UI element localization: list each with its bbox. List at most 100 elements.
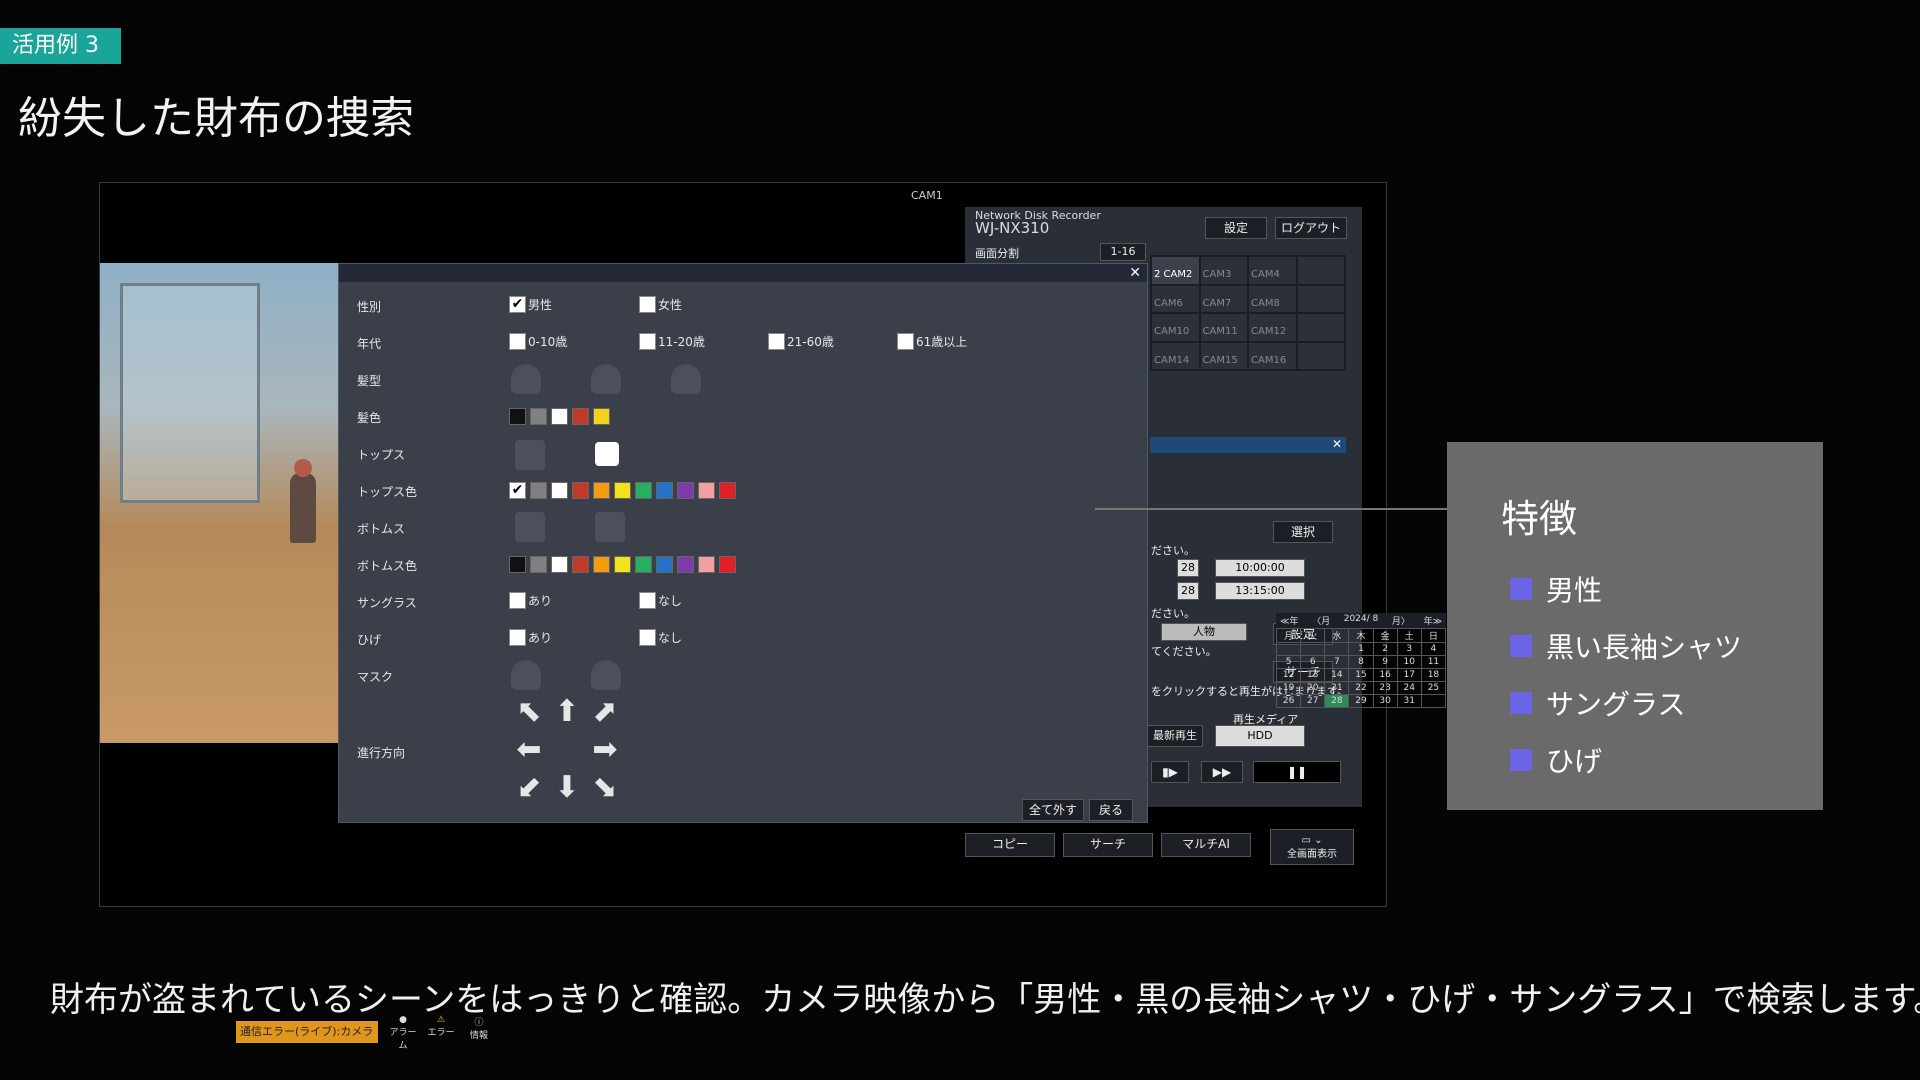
color-swatch[interactable]: [509, 408, 526, 425]
checkbox[interactable]: [768, 333, 785, 350]
calendar-day[interactable]: 9: [1372, 655, 1398, 669]
close-icon[interactable]: ✕: [1129, 265, 1141, 281]
cam-tile[interactable]: CAM4: [1249, 257, 1296, 284]
calendar-day[interactable]: 8: [1348, 655, 1374, 669]
calendar-day[interactable]: 27: [1300, 694, 1326, 708]
back-button[interactable]: 戻る: [1089, 799, 1133, 821]
calendar-day[interactable]: 21: [1324, 681, 1350, 695]
cam-tile[interactable]: CAM10: [1152, 314, 1199, 341]
age-option[interactable]: 61歳以上: [897, 333, 967, 350]
color-swatch[interactable]: [593, 408, 610, 425]
close-icon[interactable]: ✕: [1150, 437, 1346, 453]
cam-tile[interactable]: CAM12: [1249, 314, 1296, 341]
calendar-day[interactable]: 31: [1396, 694, 1422, 708]
checkbox[interactable]: [509, 592, 526, 609]
cam-tile[interactable]: CAM14: [1152, 342, 1199, 369]
color-swatch[interactable]: [719, 482, 736, 499]
calendar-day[interactable]: 23: [1372, 681, 1398, 695]
direction-arrows[interactable]: ⬉ ⬆ ⬈ ⬅ ➡ ⬋ ⬇ ⬊: [511, 694, 623, 806]
fullscreen-button[interactable]: ▭ ⌄ 全画面表示: [1270, 829, 1354, 865]
color-swatch[interactable]: [635, 482, 652, 499]
skip-forward-button[interactable]: ▶▶: [1201, 761, 1243, 783]
multi-ai-button[interactable]: マルチAI: [1161, 833, 1251, 857]
checkbox[interactable]: [509, 629, 526, 646]
age-option[interactable]: 21-60歳: [768, 333, 834, 350]
color-swatch[interactable]: [719, 556, 736, 573]
calendar-day[interactable]: 5: [1275, 655, 1302, 669]
calendar-day[interactable]: 29: [1348, 694, 1374, 708]
calendar-day[interactable]: [1420, 694, 1447, 708]
cam-tile[interactable]: CAM8: [1249, 285, 1296, 312]
color-swatch[interactable]: [656, 556, 673, 573]
color-swatch[interactable]: [635, 556, 652, 573]
skirt-icon[interactable]: [595, 512, 625, 542]
clear-all-button[interactable]: 全て外す: [1022, 799, 1084, 821]
hairstyle-short-icon[interactable]: [511, 364, 541, 394]
color-swatch[interactable]: [677, 482, 694, 499]
male-option[interactable]: ✔ 男性: [509, 296, 552, 313]
cam-tile[interactable]: CAM16: [1249, 342, 1296, 369]
tops-color-swatches[interactable]: ✔: [509, 482, 736, 499]
calendar-day[interactable]: 13: [1300, 668, 1326, 682]
color-swatch[interactable]: [614, 482, 631, 499]
calendar-day[interactable]: 17: [1396, 668, 1422, 682]
calendar-day[interactable]: 16: [1372, 668, 1398, 682]
end-time-field[interactable]: 13:15:00: [1215, 582, 1305, 600]
calendar-day[interactable]: 12: [1275, 668, 1302, 682]
search-tab-button[interactable]: サーチ: [1063, 833, 1153, 857]
color-swatch[interactable]: [593, 556, 610, 573]
bottoms-color-swatches[interactable]: [509, 556, 736, 573]
arrow-up-icon[interactable]: ⬆: [549, 694, 585, 730]
color-swatch[interactable]: [656, 482, 673, 499]
calendar-day[interactable]: 7: [1324, 655, 1350, 669]
color-swatch[interactable]: [530, 482, 547, 499]
short-sleeve-icon[interactable]: [515, 440, 545, 470]
start-time-field[interactable]: 10:00:00: [1215, 559, 1305, 577]
mask-on-icon[interactable]: [591, 660, 621, 690]
next-year-button[interactable]: 年≫: [1424, 614, 1442, 627]
calendar-nav[interactable]: ≪年 〈月 2024/ 8 月〉 年≫: [1276, 613, 1446, 628]
date-field[interactable]: 28: [1177, 559, 1199, 577]
sunglasses-no-option[interactable]: なし: [639, 592, 682, 609]
arrow-down-icon[interactable]: ⬇: [549, 770, 585, 806]
color-swatch[interactable]: [509, 556, 526, 573]
split-select[interactable]: 1-16: [1100, 243, 1146, 261]
calendar-day[interactable]: 25: [1420, 681, 1447, 695]
calendar-day[interactable]: 10: [1396, 655, 1422, 669]
cam-tile[interactable]: CAM11: [1200, 314, 1247, 341]
copy-button[interactable]: コピー: [965, 833, 1055, 857]
female-option[interactable]: 女性: [639, 296, 682, 313]
cam-tile[interactable]: CAM7: [1200, 285, 1247, 312]
long-sleeve-icon[interactable]: [595, 442, 619, 466]
date-field[interactable]: 28: [1177, 582, 1199, 600]
calendar-day[interactable]: 28: [1324, 694, 1350, 708]
calendar-table[interactable]: 月火水木金土日 1 2 3 4 5 6 7 8 9 10 11 12 13 14 15 16 17 18 19 20 21…: [1275, 628, 1447, 708]
calendar-day[interactable]: 14: [1324, 668, 1350, 682]
settings-button[interactable]: 設定: [1205, 217, 1267, 239]
checkbox[interactable]: [897, 333, 914, 350]
arrow-down-left-icon[interactable]: ⬋: [511, 770, 547, 806]
calendar-day[interactable]: [1275, 642, 1302, 656]
calendar-day[interactable]: 3: [1396, 642, 1422, 656]
calendar-day[interactable]: 30: [1372, 694, 1398, 708]
age-option[interactable]: 0-10歳: [509, 333, 567, 350]
color-swatch[interactable]: [614, 556, 631, 573]
color-swatch[interactable]: [572, 408, 589, 425]
hair-color-swatches[interactable]: [509, 408, 610, 425]
calendar-day[interactable]: 15: [1348, 668, 1374, 682]
cam-tile[interactable]: [1297, 342, 1344, 369]
camera-grid[interactable]: 2 CAM2 CAM3 CAM4 CAM6 CAM7 CAM8 CAM10 CA…: [1150, 255, 1346, 371]
calendar-day[interactable]: 22: [1348, 681, 1374, 695]
cam-tile[interactable]: [1297, 285, 1344, 312]
arrow-up-left-icon[interactable]: ⬉: [511, 694, 547, 730]
arrow-down-right-icon[interactable]: ⬊: [587, 770, 623, 806]
calendar-day[interactable]: 2: [1372, 642, 1398, 656]
media-select[interactable]: HDD: [1215, 725, 1305, 747]
color-swatch[interactable]: [677, 556, 694, 573]
mask-off-icon[interactable]: [511, 660, 541, 690]
prev-year-button[interactable]: ≪年: [1280, 614, 1298, 627]
beard-no-option[interactable]: なし: [639, 629, 682, 646]
calendar-day[interactable]: [1300, 642, 1326, 656]
color-swatch[interactable]: [551, 482, 568, 499]
prev-month-button[interactable]: 〈月: [1312, 614, 1330, 627]
